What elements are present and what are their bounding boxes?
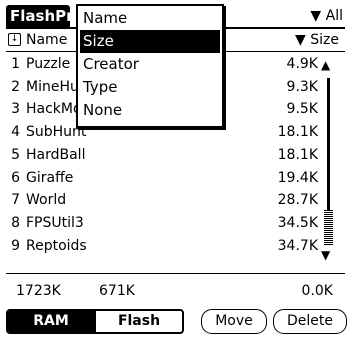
app-name: HackMo bbox=[26, 101, 82, 118]
app-size: 19.4K bbox=[277, 169, 318, 186]
app-size: 18.1K bbox=[277, 146, 318, 163]
sort-option-none[interactable]: None bbox=[80, 99, 220, 122]
app-name: Giraffe bbox=[26, 169, 74, 186]
row-index: 3 bbox=[11, 101, 20, 118]
free-size: 671K bbox=[99, 283, 135, 299]
row-index: 8 bbox=[11, 214, 20, 231]
app-name: Reptoids bbox=[26, 237, 87, 254]
column-size-header[interactable]: ▼ Size bbox=[295, 30, 339, 50]
list-item[interactable]: 9 Reptoids 34.7K bbox=[8, 237, 318, 255]
sort-arrow-icon: ▼ bbox=[295, 32, 306, 48]
app-size: 34.7K bbox=[277, 237, 318, 254]
category-filter[interactable]: ▼ All bbox=[310, 6, 343, 26]
list-item[interactable]: 6 Giraffe 19.4K bbox=[8, 169, 318, 187]
app-size: 28.7K bbox=[277, 192, 318, 209]
column-name-header[interactable]: Name bbox=[26, 30, 67, 50]
sort-option-creator[interactable]: Creator bbox=[80, 53, 220, 76]
row-index: 2 bbox=[11, 78, 20, 95]
size-header-label: Size bbox=[310, 32, 339, 48]
sort-option-name[interactable]: Name bbox=[80, 7, 220, 30]
row-index: 5 bbox=[11, 146, 20, 163]
list-item[interactable]: 8 FPSUtil3 34.5K bbox=[8, 214, 318, 232]
sort-option-size[interactable]: Size bbox=[80, 30, 220, 53]
app-name: MineHu bbox=[26, 78, 79, 95]
scrollbar-thumb[interactable] bbox=[324, 210, 333, 246]
app-size: 9.3K bbox=[286, 78, 318, 95]
move-button[interactable]: Move bbox=[201, 309, 267, 334]
app-name: FPSUtil3 bbox=[26, 214, 84, 231]
selected-size: 0.0K bbox=[301, 283, 333, 299]
row-index: 7 bbox=[11, 192, 20, 209]
filter-label: All bbox=[325, 8, 343, 24]
app-size: 4.9K bbox=[286, 56, 318, 72]
ram-tab[interactable]: RAM bbox=[8, 311, 94, 332]
app-title[interactable]: FlashPro bbox=[6, 5, 84, 28]
scroll-up-icon[interactable]: ▲ bbox=[321, 58, 330, 72]
download-icon[interactable]: ↓ bbox=[8, 33, 21, 46]
row-index: 1 bbox=[11, 56, 20, 72]
row-index: 4 bbox=[11, 124, 20, 141]
footer-divider bbox=[6, 273, 345, 274]
row-index: 9 bbox=[11, 237, 20, 254]
chevron-down-icon: ▼ bbox=[310, 8, 322, 24]
list-item[interactable]: 7 World 28.7K bbox=[8, 191, 318, 209]
delete-button[interactable]: Delete bbox=[273, 309, 347, 334]
app-name: Puzzle bbox=[26, 56, 71, 72]
app-size: 9.5K bbox=[286, 101, 318, 118]
list-item[interactable]: 5 HardBall 18.1K bbox=[8, 146, 318, 164]
flash-tab[interactable]: Flash bbox=[94, 311, 182, 332]
sort-option-type[interactable]: Type bbox=[80, 76, 220, 99]
app-name: World bbox=[26, 192, 67, 209]
row-index: 6 bbox=[11, 169, 20, 186]
app-size: 18.1K bbox=[277, 124, 318, 141]
storage-toggle[interactable]: RAM Flash bbox=[6, 309, 184, 334]
app-size: 34.5K bbox=[277, 214, 318, 231]
sort-menu: Name Size Creator Type None bbox=[76, 4, 224, 128]
scroll-down-icon[interactable]: ▼ bbox=[321, 248, 330, 262]
app-name: HardBall bbox=[26, 146, 86, 163]
total-size: 1723K bbox=[16, 283, 61, 299]
